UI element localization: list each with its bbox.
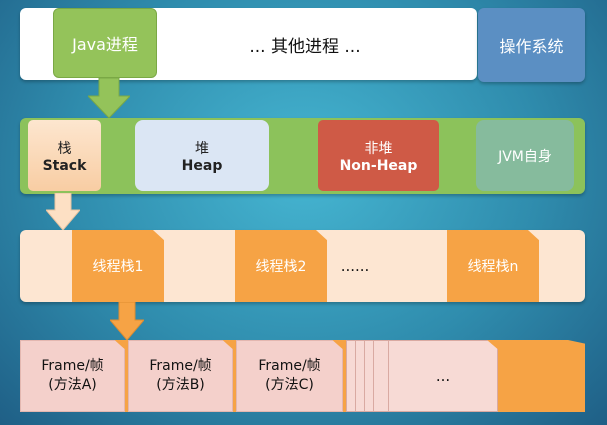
jvm-self-label: JVM自身 bbox=[498, 148, 552, 165]
frame-a-label: Frame/帧 bbox=[41, 358, 104, 375]
frame-b-method: (方法B) bbox=[156, 377, 205, 393]
frame-c: Frame/帧 (方法C) bbox=[236, 340, 343, 412]
thread-stack-1-label: 线程栈1 bbox=[92, 259, 144, 275]
frame-c-label: Frame/帧 bbox=[258, 358, 321, 375]
heap-label-cn: 堆 bbox=[195, 140, 209, 157]
stack-label-en: Stack bbox=[42, 157, 87, 174]
frame-more: ... bbox=[388, 340, 498, 412]
frame-b-label: Frame/帧 bbox=[149, 358, 212, 375]
heap-box: 堆 Heap bbox=[135, 120, 269, 191]
jvm-self-box: JVM自身 bbox=[476, 120, 574, 191]
thread-stack-n: 线程栈n bbox=[447, 230, 539, 302]
nonheap-label-en: Non-Heap bbox=[339, 157, 418, 174]
frame-a: Frame/帧 (方法A) bbox=[20, 340, 125, 412]
arrow-stack-to-threads bbox=[46, 193, 80, 230]
stack-box: 栈 Stack bbox=[28, 120, 101, 191]
thread-stack-2-label: 线程栈2 bbox=[255, 259, 307, 275]
arrow-thread-to-frames bbox=[110, 302, 144, 340]
frame-more-label: ... bbox=[435, 367, 451, 385]
frame-b: Frame/帧 (方法B) bbox=[128, 340, 233, 412]
stack-label-cn: 栈 bbox=[57, 140, 72, 157]
nonheap-label-cn: 非堆 bbox=[364, 140, 393, 157]
nonheap-box: 非堆 Non-Heap bbox=[318, 120, 439, 191]
thread-stack-1: 线程栈1 bbox=[72, 230, 164, 302]
java-process-label: Java进程 bbox=[72, 35, 138, 54]
frame-c-method: (方法C) bbox=[265, 377, 314, 393]
frame-a-method: (方法A) bbox=[48, 377, 97, 393]
os-label: 操作系统 bbox=[499, 37, 564, 56]
arrow-java-to-memory bbox=[88, 78, 130, 118]
thread-ellipsis: ...... bbox=[340, 257, 370, 275]
thread-stack-n-label: 线程栈n bbox=[467, 259, 519, 275]
java-process-box: Java进程 bbox=[53, 8, 157, 78]
heap-label-en: Heap bbox=[181, 157, 223, 174]
thread-stack-2: 线程栈2 bbox=[235, 230, 327, 302]
other-processes-label: ... 其他进程 ... bbox=[249, 36, 361, 57]
os-box: 操作系统 bbox=[478, 8, 585, 82]
